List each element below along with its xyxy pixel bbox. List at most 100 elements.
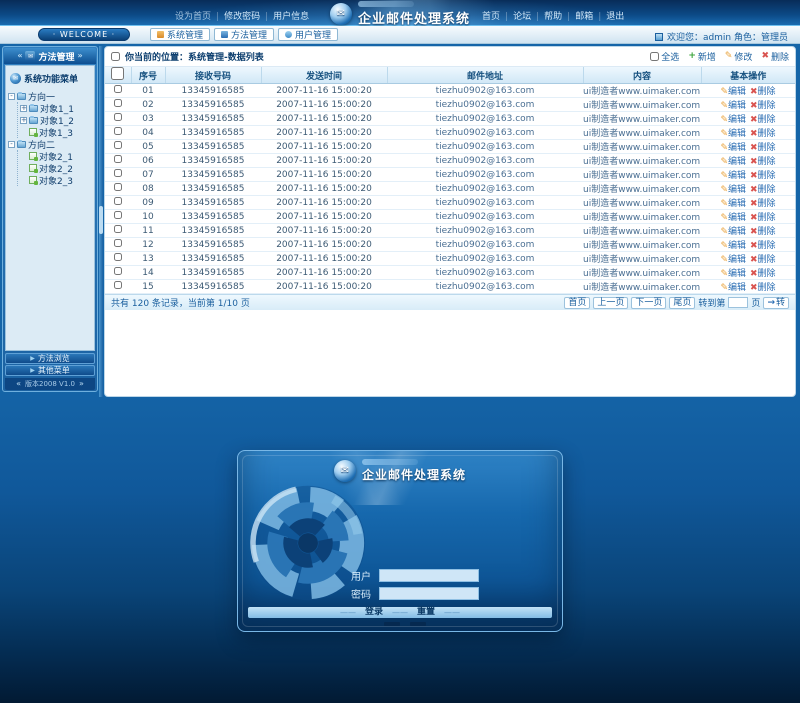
row-checkbox[interactable]: [114, 99, 122, 107]
header-right-link-2[interactable]: 帮助: [531, 12, 562, 22]
delete-link[interactable]: ✖删除: [750, 101, 776, 111]
edit-link[interactable]: ✎编辑: [720, 87, 746, 97]
delete-link[interactable]: ✖删除: [750, 87, 776, 97]
row-checkbox[interactable]: [114, 85, 122, 93]
header-left-link-2[interactable]: 用户信息: [260, 12, 309, 22]
toolbar-action-2[interactable]: ✎修改: [725, 50, 753, 63]
row-checkbox[interactable]: [114, 155, 122, 163]
reset-button[interactable]: 重置: [412, 607, 440, 618]
welcome-button[interactable]: · WELCOME ·: [38, 28, 130, 41]
breadcrumb-checkbox[interactable]: [111, 52, 120, 61]
sidebar-bottom-button-1[interactable]: ▶其他菜单: [5, 365, 95, 376]
collapse-left-icon[interactable]: «: [17, 52, 22, 60]
edit-link[interactable]: ✎编辑: [720, 101, 746, 111]
edit-link[interactable]: ✎编辑: [720, 157, 746, 167]
expand-icon[interactable]: +: [20, 117, 27, 124]
module-tab-1[interactable]: 方法管理: [214, 28, 274, 41]
header-select-checkbox[interactable]: [111, 67, 124, 80]
select-all-checkbox[interactable]: [650, 52, 659, 61]
sidebar-bottom-button-0[interactable]: ▶方法浏览: [5, 353, 95, 364]
row-checkbox[interactable]: [114, 211, 122, 219]
edit-link[interactable]: ✎编辑: [720, 213, 746, 223]
tree-node[interactable]: 对象2_1: [20, 150, 92, 162]
delete-link[interactable]: ✖删除: [750, 157, 776, 167]
delete-link[interactable]: ✖删除: [750, 199, 776, 209]
tree-node[interactable]: +对象1_2: [20, 114, 92, 126]
collapse-right-icon[interactable]: »: [78, 52, 83, 60]
delete-link[interactable]: ✖删除: [750, 185, 776, 195]
row-checkbox[interactable]: [114, 183, 122, 191]
delete-link[interactable]: ✖删除: [750, 213, 776, 223]
delete-link[interactable]: ✖删除: [750, 255, 776, 265]
tree-root[interactable]: ✉ 系统功能菜单: [10, 72, 92, 85]
row-checkbox[interactable]: [114, 113, 122, 121]
header-left-link-0[interactable]: 设为首页: [175, 12, 211, 22]
row-checkbox[interactable]: [114, 141, 122, 149]
row-checkbox[interactable]: [114, 239, 122, 247]
header-right-link-4[interactable]: 退出: [593, 12, 624, 22]
toolbar-action-1[interactable]: +新增: [688, 50, 716, 63]
tree-node[interactable]: 对象2_2: [20, 162, 92, 174]
tree-node-label[interactable]: 对象2_3: [39, 174, 73, 187]
edit-link[interactable]: ✎编辑: [720, 185, 746, 195]
edit-link[interactable]: ✎编辑: [720, 269, 746, 279]
header-right-link-1[interactable]: 论坛: [500, 12, 531, 22]
splitter-handle[interactable]: [99, 206, 103, 234]
header-right-link-3[interactable]: 邮箱: [562, 12, 593, 22]
page-button-0[interactable]: 首页: [564, 297, 590, 309]
edit-link[interactable]: ✎编辑: [720, 227, 746, 237]
password-field[interactable]: [379, 587, 479, 600]
expand-icon[interactable]: +: [20, 105, 27, 112]
module-tab-2[interactable]: 用户管理: [278, 28, 338, 41]
tree-node[interactable]: 对象2_3: [20, 174, 92, 186]
page-button-2[interactable]: 下一页: [631, 297, 666, 309]
row-checkbox[interactable]: [114, 253, 122, 261]
go-button[interactable]: →转: [763, 297, 789, 309]
cell-no: 08: [131, 182, 165, 196]
tree-node[interactable]: -方向一: [8, 90, 92, 102]
edit-link[interactable]: ✎编辑: [720, 241, 746, 251]
module-tab-0[interactable]: 系统管理: [150, 28, 210, 41]
edit-link[interactable]: ✎编辑: [720, 283, 746, 293]
row-checkbox[interactable]: [114, 197, 122, 205]
envelope-glyph: ✉: [337, 9, 345, 19]
row-checkbox[interactable]: [114, 127, 122, 135]
edit-link[interactable]: ✎编辑: [720, 115, 746, 125]
footer-right-arrow-icon[interactable]: »: [79, 380, 84, 388]
sidebar-splitter[interactable]: [99, 46, 103, 397]
login-button[interactable]: 登录: [360, 607, 388, 618]
delete-link[interactable]: ✖删除: [750, 115, 776, 125]
tree-node[interactable]: -方向二: [8, 138, 92, 150]
delete-link[interactable]: ✖删除: [750, 283, 776, 293]
page-button-1[interactable]: 上一页: [593, 297, 628, 309]
row-checkbox[interactable]: [114, 267, 122, 275]
username-field[interactable]: [379, 569, 479, 582]
delete-link[interactable]: ✖删除: [750, 241, 776, 251]
row-checkbox[interactable]: [114, 169, 122, 177]
delete-link[interactable]: ✖删除: [750, 171, 776, 181]
collapse-icon[interactable]: -: [8, 141, 15, 148]
tree-node[interactable]: 对象1_3: [20, 126, 92, 138]
toolbar-action-0[interactable]: 全选: [650, 50, 679, 63]
edit-link[interactable]: ✎编辑: [720, 171, 746, 181]
collapse-icon[interactable]: -: [8, 93, 15, 100]
page-button-3[interactable]: 尾页: [669, 297, 695, 309]
cell-send-time: 2007-11-16 15:00:20: [261, 140, 387, 154]
row-checkbox[interactable]: [114, 281, 122, 289]
delete-link[interactable]: ✖删除: [750, 227, 776, 237]
toolbar-action-3[interactable]: ✖删除: [761, 50, 789, 63]
edit-link[interactable]: ✎编辑: [720, 129, 746, 139]
edit-link[interactable]: ✎编辑: [720, 199, 746, 209]
header-right-link-0[interactable]: 首页: [482, 12, 500, 22]
row-checkbox[interactable]: [114, 225, 122, 233]
edit-link[interactable]: ✎编辑: [720, 143, 746, 153]
delete-link[interactable]: ✖删除: [750, 129, 776, 139]
cell-email: tiezhu0902@163.com: [387, 266, 583, 280]
tree-node[interactable]: +对象1_1: [20, 102, 92, 114]
goto-page-input[interactable]: [728, 297, 748, 308]
delete-link[interactable]: ✖删除: [750, 269, 776, 279]
footer-left-arrow-icon[interactable]: «: [16, 380, 21, 388]
edit-link[interactable]: ✎编辑: [720, 255, 746, 265]
header-left-link-1[interactable]: 修改密码: [211, 12, 260, 22]
delete-link[interactable]: ✖删除: [750, 143, 776, 153]
